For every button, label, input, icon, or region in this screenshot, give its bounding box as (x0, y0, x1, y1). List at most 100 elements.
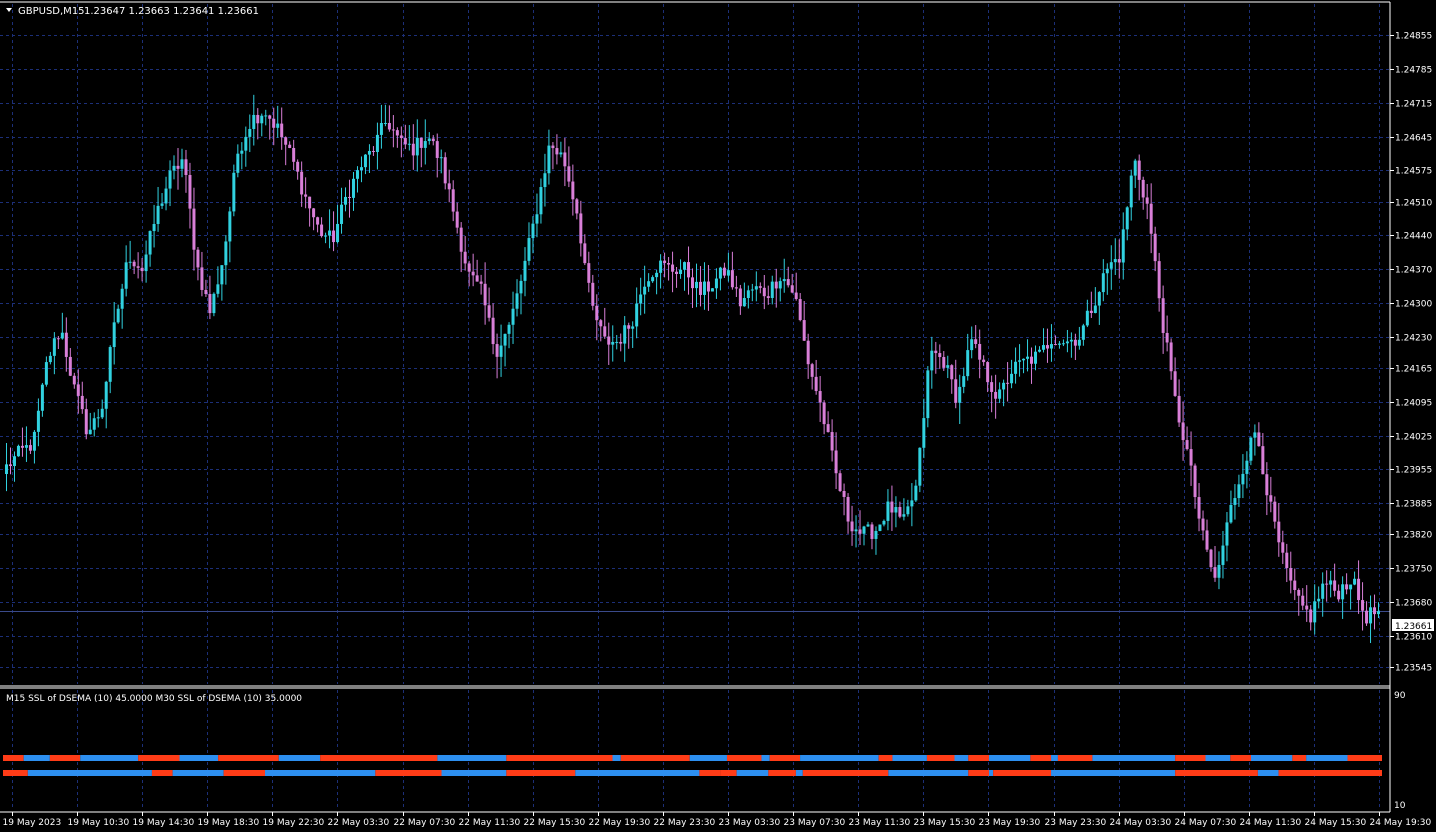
candle-body (647, 281, 651, 287)
candle-body (710, 288, 714, 292)
price-tick-label: 1.23955 (1395, 466, 1432, 476)
candle-body (8, 464, 12, 467)
candle-body (312, 208, 316, 218)
indicator-min-label: 10 (1394, 801, 1406, 811)
indicator-m15-segment (1057, 755, 1093, 761)
candle-body (136, 266, 140, 268)
candle-body (922, 418, 926, 448)
candle-body (332, 230, 336, 243)
price-tick-label: 1.24785 (1395, 66, 1432, 76)
candle-body (507, 324, 511, 334)
time-tick-label: 24 May 07:30 (1175, 818, 1237, 828)
candle-body (395, 130, 399, 136)
candle-body (423, 141, 427, 148)
candle-body (770, 281, 774, 298)
candle-body (1161, 298, 1165, 333)
candle-body (834, 450, 838, 474)
indicator-m15-segment (179, 755, 219, 761)
candle-body (1193, 465, 1197, 498)
candle-body (1225, 522, 1229, 546)
price-tick-label: 1.24300 (1395, 300, 1432, 310)
candle-body (1217, 564, 1221, 578)
indicator-m30-segment (1257, 770, 1279, 776)
candle-body (1030, 356, 1034, 364)
candle-body (148, 231, 152, 255)
price-tick-label: 1.24025 (1395, 433, 1432, 443)
candle-body (443, 157, 447, 184)
candle-body (371, 150, 375, 153)
candle-body (320, 224, 324, 237)
candle-body (1026, 356, 1030, 359)
candle-body (714, 278, 718, 289)
candle-body (1233, 498, 1237, 505)
candle-body (515, 293, 519, 309)
indicator-m15-segment (506, 755, 613, 761)
candle-body (1229, 504, 1233, 523)
candle-body (778, 281, 782, 289)
candle-body (1014, 361, 1018, 374)
candle-body (208, 294, 212, 314)
candle-body (431, 138, 435, 142)
candle-body (264, 115, 268, 117)
candle-body (599, 320, 603, 327)
indicator-m15-segment (1175, 755, 1206, 761)
candle-body (794, 292, 798, 300)
candle-body (240, 150, 244, 154)
candle-body (738, 288, 742, 307)
candle-body (1137, 160, 1141, 180)
time-tick-label: 22 May 19:30 (589, 818, 651, 828)
candle-body (248, 128, 252, 137)
indicator-m30-segment (172, 770, 224, 776)
candle-body (978, 343, 982, 360)
time-tick-label: 24 May 11:30 (1240, 818, 1302, 828)
candle-body (706, 281, 710, 292)
candle-body (1297, 589, 1301, 596)
candle-body (1337, 590, 1341, 600)
candle-body (1057, 343, 1061, 345)
candle-body (475, 275, 479, 282)
time-tick-label: 19 May 22:30 (263, 818, 325, 828)
candle-body (1269, 495, 1273, 502)
candle-body (926, 370, 930, 419)
candle-body (344, 196, 348, 205)
candle-body (1085, 310, 1089, 326)
candle-body (172, 165, 176, 171)
time-tick-label: 23 May 07:30 (784, 818, 846, 828)
candle-body (718, 267, 722, 279)
indicator-m30-segment (151, 770, 173, 776)
candle-body (838, 473, 842, 491)
candle-body (671, 264, 675, 272)
candle-body (603, 326, 607, 337)
candle-body (1097, 292, 1101, 306)
candle-body (635, 303, 639, 327)
candle-body (200, 267, 204, 290)
candle-body (734, 287, 738, 289)
candle-body (463, 251, 467, 264)
candle-body (906, 506, 910, 515)
candle-body (974, 339, 978, 344)
candle-body (308, 196, 312, 209)
time-tick-label: 24 May 15:30 (1305, 818, 1367, 828)
candle-body (491, 317, 495, 345)
candle-body (24, 445, 28, 448)
candle-body (687, 262, 691, 278)
indicator-m15-segment (1347, 755, 1382, 761)
candle-body (790, 285, 794, 293)
time-tick-label: 24 May 03:30 (1110, 818, 1172, 828)
candle-body (1245, 460, 1249, 474)
current-price-label: 1.23661 (1395, 622, 1432, 632)
price-tick-label: 1.23610 (1395, 633, 1432, 643)
candle-body (108, 347, 112, 382)
candle-body (726, 270, 730, 276)
candle-body (459, 227, 463, 252)
price-tick-label: 1.24370 (1395, 266, 1432, 276)
candle-body (336, 223, 340, 243)
candle-body (1113, 259, 1117, 263)
candle-body (100, 408, 104, 418)
candle-body (798, 299, 802, 321)
candle-body (144, 254, 148, 272)
indicator-m30-segment (506, 770, 576, 776)
indicator-m15-segment (1205, 755, 1231, 761)
time-tick-label: 22 May 15:30 (524, 818, 586, 828)
candle-body (1037, 349, 1041, 352)
